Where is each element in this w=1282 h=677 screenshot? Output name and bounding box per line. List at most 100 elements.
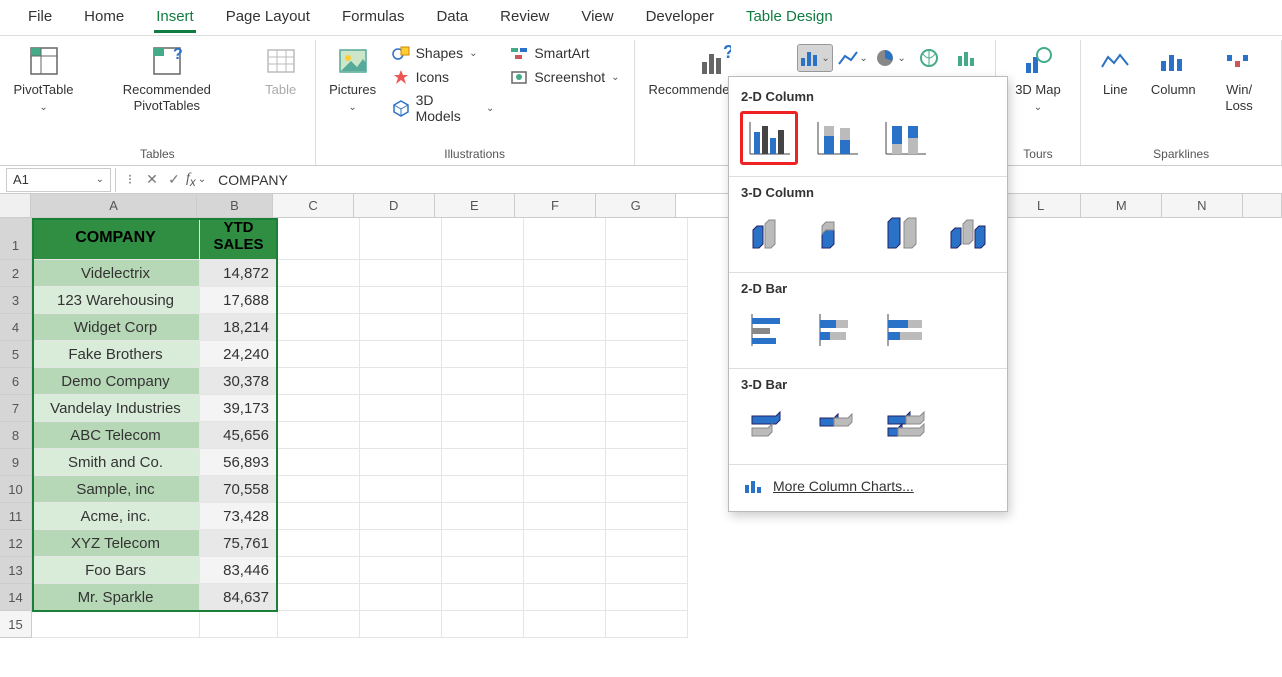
cell[interactable] bbox=[606, 341, 688, 368]
insert-map-button[interactable] bbox=[911, 44, 947, 72]
row-header[interactable]: 1 bbox=[0, 218, 32, 260]
cell[interactable] bbox=[360, 314, 442, 341]
table-header-cell[interactable]: YTDSALES bbox=[200, 218, 278, 260]
column-header[interactable]: B bbox=[197, 194, 274, 217]
cell[interactable] bbox=[360, 341, 442, 368]
cell[interactable] bbox=[524, 218, 606, 260]
cell[interactable] bbox=[524, 557, 606, 584]
insert-pie-chart-button[interactable]: ⌄ bbox=[873, 44, 909, 72]
cell[interactable] bbox=[524, 611, 606, 638]
tab-page-layout[interactable]: Page Layout bbox=[210, 2, 326, 33]
stacked-column-2d-option[interactable] bbox=[809, 112, 865, 164]
tab-home[interactable]: Home bbox=[68, 2, 140, 33]
cell[interactable] bbox=[360, 557, 442, 584]
stacked-100-column-2d-option[interactable] bbox=[877, 112, 933, 164]
cell[interactable] bbox=[606, 422, 688, 449]
cell[interactable] bbox=[278, 260, 360, 287]
table-cell[interactable]: Acme, inc. bbox=[32, 503, 200, 530]
cell[interactable] bbox=[360, 422, 442, 449]
table-cell[interactable]: 45,656 bbox=[200, 422, 278, 449]
cell[interactable] bbox=[360, 449, 442, 476]
cell[interactable] bbox=[360, 530, 442, 557]
clustered-bar-3d-option[interactable] bbox=[741, 400, 797, 452]
cell[interactable] bbox=[278, 218, 360, 260]
column-header[interactable]: A bbox=[31, 194, 196, 217]
cell[interactable] bbox=[524, 368, 606, 395]
cell[interactable] bbox=[442, 530, 524, 557]
cell[interactable] bbox=[606, 611, 688, 638]
table-cell[interactable]: 75,761 bbox=[200, 530, 278, 557]
cell[interactable] bbox=[524, 476, 606, 503]
more-column-charts-option[interactable]: More Column Charts... bbox=[729, 467, 1007, 505]
tab-review[interactable]: Review bbox=[484, 2, 565, 33]
cell[interactable] bbox=[278, 503, 360, 530]
screenshot-button[interactable]: Screenshot⌄ bbox=[504, 66, 625, 88]
column-3d-option[interactable] bbox=[941, 208, 996, 260]
cell[interactable] bbox=[442, 422, 524, 449]
cell[interactable] bbox=[606, 260, 688, 287]
table-cell[interactable]: 14,872 bbox=[200, 260, 278, 287]
cell[interactable] bbox=[606, 449, 688, 476]
column-header[interactable]: M bbox=[1081, 194, 1162, 217]
name-box[interactable]: A1⌄ bbox=[6, 168, 111, 192]
row-header[interactable]: 13 bbox=[0, 557, 32, 584]
table-cell[interactable]: 70,558 bbox=[200, 476, 278, 503]
cell[interactable] bbox=[524, 530, 606, 557]
cell[interactable] bbox=[442, 368, 524, 395]
fx-icon[interactable]: fx bbox=[186, 171, 196, 189]
cell[interactable] bbox=[606, 368, 688, 395]
cell[interactable] bbox=[278, 341, 360, 368]
table-cell[interactable]: 17,688 bbox=[200, 287, 278, 314]
stacked-100-bar-3d-option[interactable] bbox=[877, 400, 933, 452]
table-cell[interactable]: 123 Warehousing bbox=[32, 287, 200, 314]
icons-button[interactable]: Icons bbox=[386, 66, 501, 88]
table-cell[interactable]: Widget Corp bbox=[32, 314, 200, 341]
sparkline-line-button[interactable]: Line bbox=[1089, 42, 1141, 145]
cell[interactable] bbox=[360, 260, 442, 287]
table-cell[interactable]: XYZ Telecom bbox=[32, 530, 200, 557]
row-header[interactable]: 14 bbox=[0, 584, 32, 611]
cell[interactable] bbox=[278, 530, 360, 557]
cell[interactable] bbox=[360, 287, 442, 314]
clustered-column-2d-option[interactable] bbox=[741, 112, 797, 164]
cell[interactable] bbox=[278, 476, 360, 503]
table-cell[interactable]: 56,893 bbox=[200, 449, 278, 476]
cell[interactable] bbox=[360, 611, 442, 638]
shapes-button[interactable]: Shapes⌄ bbox=[386, 42, 501, 64]
table-cell[interactable]: 83,446 bbox=[200, 557, 278, 584]
cell[interactable] bbox=[524, 395, 606, 422]
cell[interactable] bbox=[606, 503, 688, 530]
stacked-100-column-3d-option[interactable] bbox=[874, 208, 929, 260]
table-cell[interactable]: ABC Telecom bbox=[32, 422, 200, 449]
row-header[interactable]: 15 bbox=[0, 611, 32, 638]
pivotchart-button[interactable] bbox=[949, 44, 985, 72]
cell[interactable] bbox=[524, 584, 606, 611]
tab-data[interactable]: Data bbox=[420, 2, 484, 33]
cell[interactable] bbox=[360, 476, 442, 503]
cell[interactable] bbox=[278, 287, 360, 314]
table-cell[interactable]: Vandelay Industries bbox=[32, 395, 200, 422]
cell[interactable] bbox=[360, 368, 442, 395]
sparkline-column-button[interactable]: Column bbox=[1145, 42, 1201, 145]
cell[interactable] bbox=[442, 476, 524, 503]
table-cell[interactable]: Mr. Sparkle bbox=[32, 584, 200, 611]
table-cell[interactable]: Videlectrix bbox=[32, 260, 200, 287]
column-header[interactable]: E bbox=[435, 194, 516, 217]
cell[interactable] bbox=[442, 449, 524, 476]
insert-line-chart-button[interactable]: ⌄ bbox=[835, 44, 871, 72]
cell[interactable] bbox=[524, 287, 606, 314]
cell[interactable] bbox=[360, 395, 442, 422]
cell[interactable] bbox=[606, 314, 688, 341]
row-header[interactable]: 7 bbox=[0, 395, 32, 422]
row-header[interactable]: 3 bbox=[0, 287, 32, 314]
cell[interactable] bbox=[524, 260, 606, 287]
cell[interactable] bbox=[360, 584, 442, 611]
cell[interactable] bbox=[524, 314, 606, 341]
column-header[interactable] bbox=[1243, 194, 1282, 217]
cell[interactable] bbox=[606, 395, 688, 422]
cell[interactable] bbox=[278, 368, 360, 395]
cell[interactable] bbox=[278, 422, 360, 449]
stacked-bar-2d-option[interactable] bbox=[809, 304, 865, 356]
cell[interactable] bbox=[606, 530, 688, 557]
table-header-cell[interactable]: COMPANY bbox=[32, 218, 200, 260]
